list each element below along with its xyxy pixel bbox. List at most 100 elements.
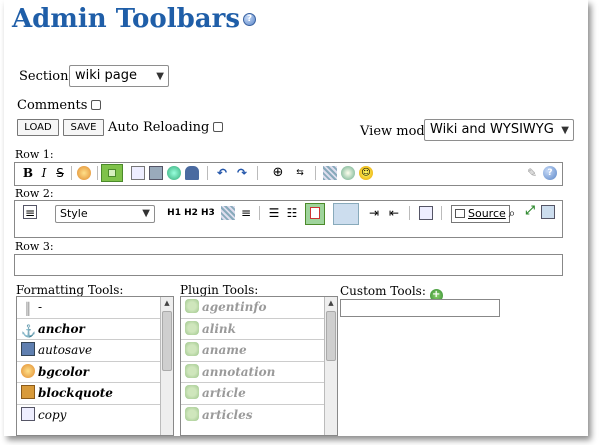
style-select[interactable]: Style ▼: [55, 205, 155, 223]
page-title: Admin Toolbars?: [12, 4, 256, 34]
window-icon[interactable]: [541, 205, 555, 219]
section-select[interactable]: wiki page ▼: [69, 65, 169, 87]
list-item-label: -: [38, 300, 43, 314]
plugin-icon: [185, 406, 199, 421]
window: Admin Toolbars? Section: wiki page ▼ Com…: [4, 0, 588, 436]
copy-icon[interactable]: [131, 166, 145, 180]
fullscreen-icon[interactable]: ⤢: [523, 203, 537, 217]
row2-label: Row 2:: [15, 187, 54, 200]
chevron-down-icon: ▼: [561, 125, 569, 136]
source-icon: [455, 209, 465, 218]
smiley-icon[interactable]: ☺: [359, 166, 373, 180]
list-item[interactable]: agentinfo: [181, 297, 337, 319]
replace-icon[interactable]: ⇆: [293, 166, 307, 180]
list-item-label: annotation: [202, 364, 276, 379]
page-icon[interactable]: [419, 206, 433, 220]
plugin-icon: [185, 342, 199, 356]
custom-tools-list[interactable]: [340, 299, 500, 317]
source-button[interactable]: Source: [451, 205, 510, 223]
list-item[interactable]: alink: [181, 319, 337, 340]
view-mode-select-value: Wiki and WYSIWYG: [430, 122, 554, 137]
list-item-label: autosave: [38, 343, 93, 357]
scroll-up-icon[interactable]: ▲: [161, 297, 173, 309]
plugin-tools-title: Plugin Tools:: [180, 283, 259, 297]
list-item-label: blockquote: [38, 386, 113, 400]
numbered-list-icon[interactable]: ☷: [285, 206, 299, 220]
box-icon[interactable]: [101, 164, 123, 182]
color-icon: [21, 363, 35, 378]
flash-icon[interactable]: [305, 203, 325, 225]
section-select-value: wiki page: [75, 68, 137, 83]
find-icon[interactable]: ⊕: [271, 166, 285, 180]
view-mode-label: View mode: [360, 124, 433, 139]
globe-icon[interactable]: [341, 166, 355, 180]
list-item-label: alink: [202, 321, 236, 336]
strikethrough-icon[interactable]: S: [53, 166, 67, 180]
row1-toolbar[interactable]: B I S ↶ ↷ ⊕ ⇆ ☺ ✎ ?: [14, 162, 563, 186]
scrollbar[interactable]: ▲: [160, 297, 173, 435]
row3-toolbar[interactable]: [14, 254, 563, 276]
plugin-tools-list[interactable]: agentinfo alink aname annotation article…: [180, 296, 338, 436]
scrollbar-thumb[interactable]: [162, 311, 172, 371]
table-icon[interactable]: [221, 206, 235, 220]
scrollbar-thumb[interactable]: [326, 311, 336, 361]
list-item-label: aname: [202, 343, 247, 357]
list-item[interactable]: articles: [181, 405, 337, 427]
bold-icon[interactable]: B: [21, 166, 35, 180]
row1-label: Row 1:: [15, 148, 54, 161]
list-item[interactable]: ⚓ anchor: [17, 319, 173, 340]
list-item[interactable]: ║ -: [17, 297, 173, 319]
save-button[interactable]: SAVE: [63, 119, 104, 136]
zoom-icon[interactable]: ⌕: [505, 206, 519, 220]
h1-icon[interactable]: H1 H2 H3: [167, 206, 215, 220]
indent-icon[interactable]: ⇥: [367, 206, 381, 220]
load-button[interactable]: LOAD: [17, 119, 59, 136]
list-item-label: articles: [202, 407, 253, 422]
plugin-icon: [185, 320, 199, 335]
box2-icon[interactable]: [333, 203, 359, 225]
auto-reloading-label: Auto Reloading: [108, 120, 210, 135]
plugin-icon: [185, 385, 199, 399]
quote-icon: [21, 385, 35, 399]
list-item[interactable]: autosave: [17, 340, 173, 362]
list-item[interactable]: copy: [17, 405, 173, 427]
document-icon[interactable]: ≡: [23, 205, 37, 220]
save-icon[interactable]: [149, 166, 163, 180]
scrollbar[interactable]: ▲: [324, 297, 337, 435]
help-icon[interactable]: ?: [242, 13, 256, 26]
list-item[interactable]: article: [181, 383, 337, 405]
custom-tools-title: Custom Tools:: [340, 284, 426, 298]
help-icon[interactable]: ?: [543, 166, 557, 180]
comments-row: Comments: [17, 98, 102, 113]
italic-icon[interactable]: I: [37, 166, 51, 180]
align-icon[interactable]: ≡: [239, 206, 253, 220]
scroll-up-icon[interactable]: ▲: [325, 297, 337, 309]
undo-icon[interactable]: ↶: [215, 166, 229, 180]
table-icon[interactable]: [323, 166, 337, 180]
image-icon[interactable]: [167, 166, 181, 180]
bullet-list-icon[interactable]: ☰: [267, 206, 281, 220]
formatting-tools-title: Formatting Tools:: [16, 283, 124, 297]
color-icon[interactable]: [77, 166, 91, 180]
redo-icon[interactable]: ↷: [235, 166, 249, 180]
view-mode-select[interactable]: Wiki and WYSIWYG ▼: [424, 119, 574, 141]
source-label: Source: [468, 207, 506, 220]
list-item[interactable]: aname: [181, 340, 337, 362]
list-item-label: bgcolor: [38, 364, 89, 379]
formatting-tools-list[interactable]: ║ - ⚓ anchor autosave bgcolor blockquote c…: [16, 296, 174, 436]
person-icon[interactable]: [185, 166, 199, 180]
list-item[interactable]: bgcolor: [17, 362, 173, 383]
separator-icon: ║: [24, 302, 32, 316]
edit-icon[interactable]: ✎: [525, 166, 539, 180]
row2-toolbar[interactable]: ≡ Style ▼ H1 H2 H3 ≡ ☰ ☷ ⇥ ⇤ Source ⌕ ⤢: [14, 200, 563, 238]
plugin-icon: [185, 363, 199, 378]
chevron-down-icon: ▼: [156, 71, 164, 82]
outdent-icon[interactable]: ⇤: [387, 206, 401, 220]
section-label: Section:: [19, 69, 73, 84]
list-item-label: copy: [38, 407, 67, 422]
comments-checkbox[interactable]: [91, 100, 102, 110]
list-item[interactable]: annotation: [181, 362, 337, 383]
list-item[interactable]: blockquote: [17, 383, 173, 405]
auto-reloading-checkbox[interactable]: [213, 122, 224, 132]
copy-icon: [21, 406, 35, 421]
